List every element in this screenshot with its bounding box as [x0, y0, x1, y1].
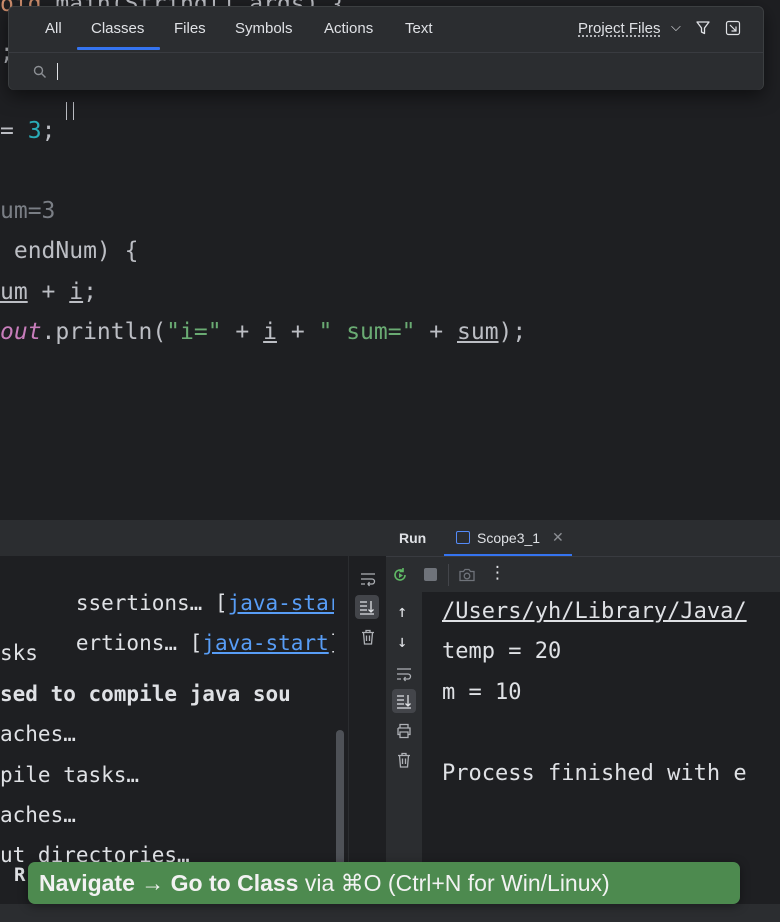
console-line: Process finished with e	[442, 761, 747, 786]
soft-wrap-icon[interactable]	[359, 570, 377, 588]
text-caret	[57, 63, 58, 80]
tip-action: Navigate → Go to Class	[39, 870, 299, 896]
arrow-up-icon[interactable]: ↑	[397, 602, 407, 622]
code-line-4: um=3	[0, 195, 55, 227]
tip-via: via	[298, 870, 341, 896]
tab-scope3-1[interactable]: Scope3_1 ✕	[444, 520, 572, 556]
search-input[interactable]	[55, 59, 739, 85]
console-line: m = 10	[442, 680, 522, 705]
run-title: Run	[399, 530, 427, 546]
code-line-6: um + i;	[0, 276, 97, 308]
more-options-icon[interactable]: ⋮	[489, 563, 506, 583]
code-token: endNum) {	[0, 238, 139, 264]
code-token: sum	[457, 319, 499, 345]
code-line-5: endNum) {	[0, 235, 139, 267]
arrow-down-icon[interactable]: ↓	[397, 632, 407, 652]
tab-text[interactable]: Text	[405, 20, 433, 49]
tip-shortcut: ⌘O	[340, 870, 382, 896]
code-token: um	[0, 279, 28, 305]
search-icon	[33, 65, 46, 78]
tab-actions[interactable]: Actions	[324, 20, 373, 49]
open-in-tool-window-icon[interactable]	[725, 20, 741, 36]
code-token: i	[69, 279, 84, 305]
code-token: i	[263, 319, 277, 345]
scroll-to-end-icon	[360, 601, 374, 615]
tip-alt-shortcut: (Ctrl+N for Win/Linux)	[381, 870, 610, 896]
code-token: um=3	[0, 198, 56, 224]
popup-tabs: All Classes Files Symbols Actions Text P…	[9, 7, 763, 51]
console-path-link[interactable]: /Users/yh/Library/Java/	[442, 597, 747, 627]
mouse-ibeam-cursor	[66, 102, 74, 120]
run-tool-window-header: Run Scope3_1 ✕	[386, 520, 780, 556]
code-token: );	[498, 319, 527, 345]
run-toolbar: ⋮	[386, 556, 780, 593]
build-line: pile tasks…	[0, 763, 140, 787]
code-token: "i="	[166, 319, 222, 345]
chevron-down-icon[interactable]: ⌵	[671, 19, 681, 35]
search-everywhere-popup: All Classes Files Symbols Actions Text P…	[8, 6, 764, 90]
search-row	[9, 52, 763, 90]
console-line: temp = 20	[442, 639, 562, 664]
build-line: ertions… [java-start]	[75, 631, 334, 655]
java-start-link[interactable]: java-start	[202, 631, 328, 655]
code-token: +	[27, 279, 70, 305]
build-line: aches…	[0, 803, 76, 827]
trash-icon[interactable]	[359, 628, 377, 646]
active-tab-indicator	[77, 47, 160, 50]
camera-icon[interactable]	[458, 566, 476, 584]
soft-wrap-icon[interactable]	[395, 665, 413, 683]
stop-icon[interactable]	[424, 568, 437, 581]
code-line-3: = 3;	[0, 115, 55, 147]
console-tab-icon	[456, 531, 470, 544]
build-line: aches…	[0, 722, 76, 746]
build-header	[0, 520, 386, 556]
tab-files[interactable]: Files	[174, 20, 206, 49]
tab-symbols[interactable]: Symbols	[235, 20, 293, 49]
scroll-to-end-icon	[397, 695, 411, 709]
code-token: +	[276, 319, 319, 345]
tab-all[interactable]: All	[45, 20, 62, 49]
build-line: sed to compile java sou	[0, 682, 291, 706]
scroll-to-end-toggle[interactable]	[392, 689, 416, 713]
toolbar-separator	[448, 564, 449, 586]
tip-text: Navigate → Go to Class via ⌘O (Ctrl+N fo…	[39, 870, 610, 897]
code-token: =	[0, 118, 28, 144]
scroll-to-end-toggle[interactable]	[355, 595, 379, 619]
trash-icon[interactable]	[395, 751, 413, 769]
code-token: +	[221, 319, 264, 345]
build-scrollbar[interactable]	[336, 730, 344, 880]
status-strip: R	[0, 864, 780, 922]
partial-label: R	[14, 864, 26, 886]
code-token: out	[0, 319, 42, 345]
run-tab-label: Scope3_1	[477, 530, 541, 546]
shortcut-tip-banner: Navigate → Go to Class via ⌘O (Ctrl+N fo…	[28, 862, 740, 904]
print-icon[interactable]	[395, 722, 413, 740]
scope-selector[interactable]: Project Files	[578, 20, 661, 37]
code-token: .println(	[41, 319, 167, 345]
code-token: ;	[41, 118, 56, 144]
tab-classes[interactable]: Classes	[91, 20, 144, 49]
build-line: sks	[0, 641, 38, 665]
code-token: 3	[27, 118, 42, 144]
code-token: " sum="	[318, 319, 416, 345]
code-line-7: out.println("i=" + i + " sum=" + sum);	[0, 316, 526, 348]
close-icon[interactable]: ✕	[552, 529, 564, 546]
code-token: +	[415, 319, 457, 345]
filter-icon[interactable]	[695, 20, 711, 36]
code-token: ;	[83, 279, 97, 305]
rerun-icon[interactable]	[391, 566, 409, 584]
